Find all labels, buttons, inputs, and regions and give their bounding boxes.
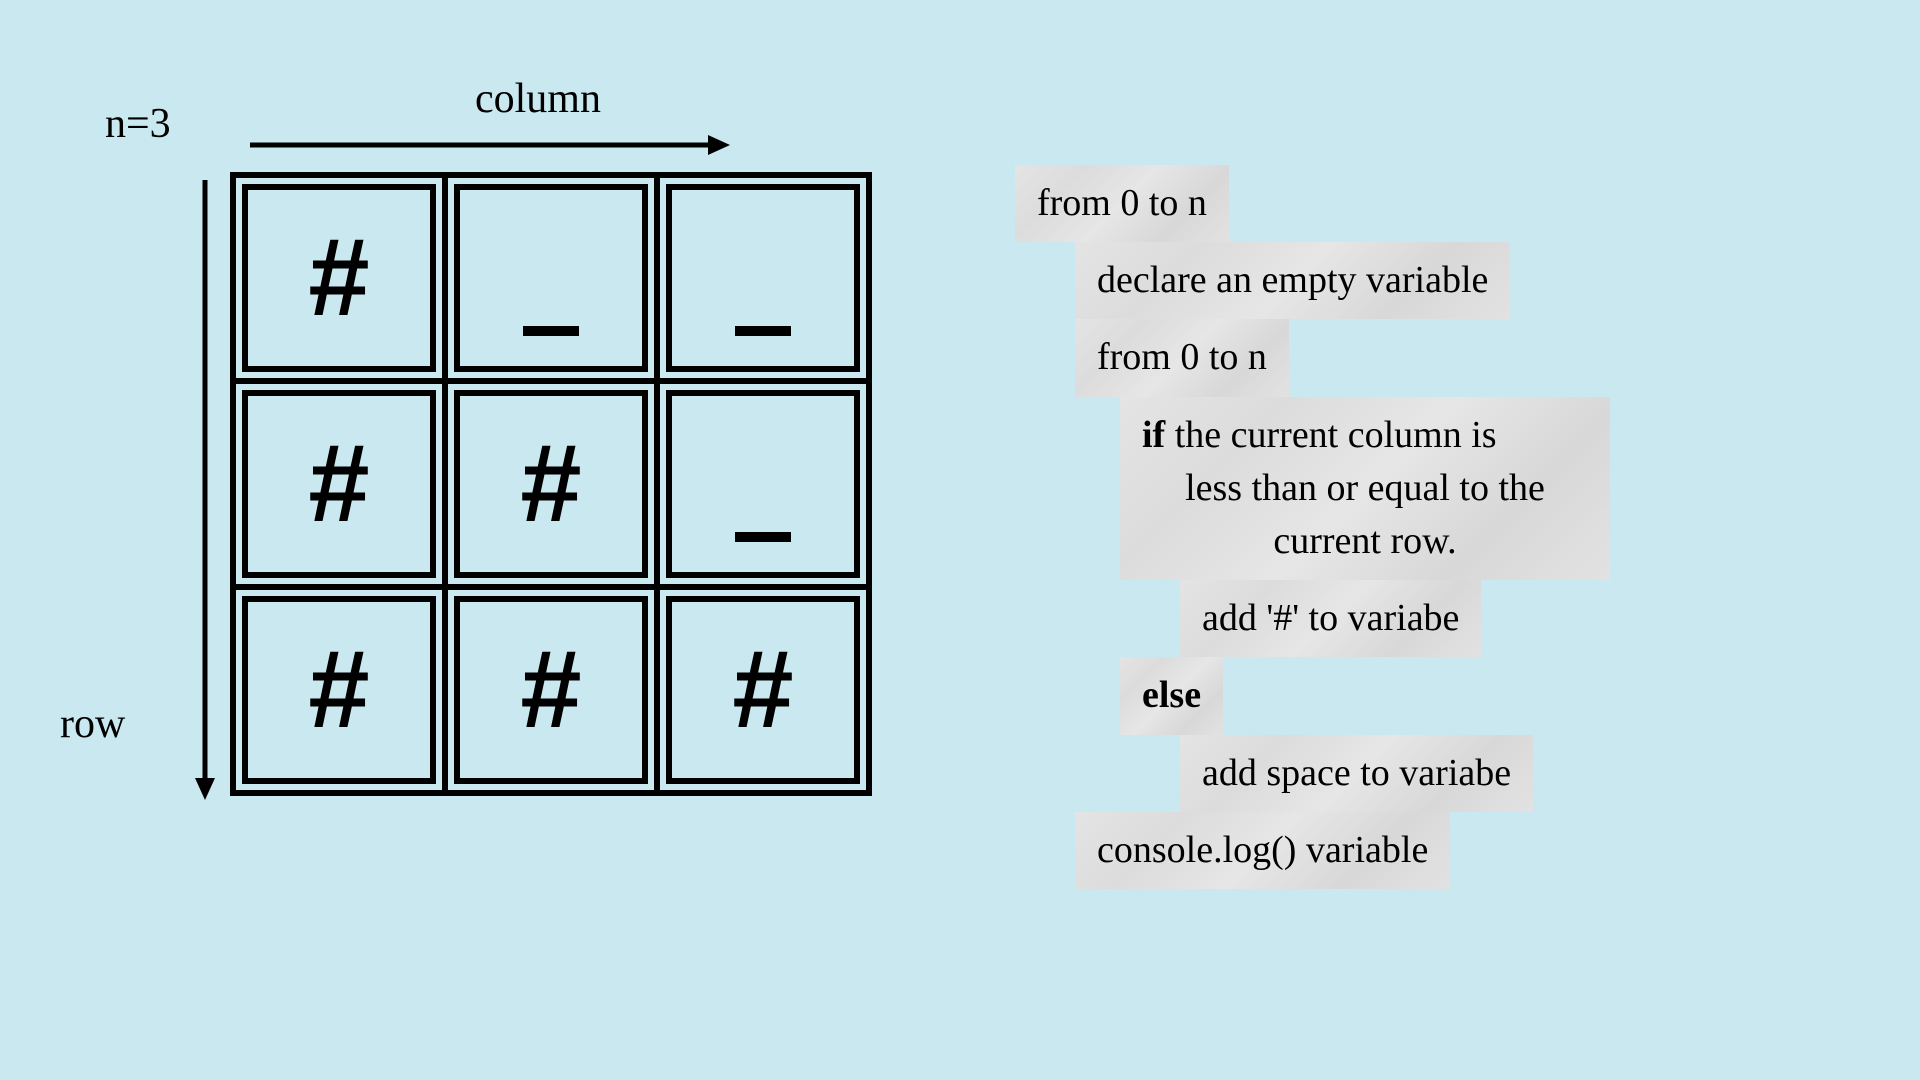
cell-inner (666, 390, 860, 578)
grid-cell (654, 384, 866, 584)
pseudocode-block: from 0 to n declare an empty variable fr… (1015, 165, 1610, 889)
else-keyword: else (1142, 674, 1201, 716)
grid-cell (442, 178, 654, 378)
underscore-icon (735, 532, 791, 542)
hash-icon: # (308, 635, 369, 745)
code-text: the current column is (1165, 414, 1496, 456)
row-arrow-icon (190, 180, 220, 800)
grid: # # # # # # (230, 172, 872, 796)
diagram-container: n=3 column row # # # # # # from 0 to n d… (0, 0, 1920, 1080)
cell-inner (666, 184, 860, 372)
cell-inner: # (242, 184, 436, 372)
cell-inner: # (454, 596, 648, 784)
code-line-4: if the current column is less than or eq… (1120, 397, 1610, 581)
column-label: column (475, 75, 601, 123)
cell-inner: # (454, 390, 648, 578)
grid-cell: # (442, 384, 654, 584)
underscore-icon (735, 326, 791, 336)
grid-cell: # (236, 590, 442, 790)
hash-icon: # (520, 429, 581, 539)
hash-icon: # (520, 635, 581, 745)
grid-row: # # # (236, 584, 866, 790)
row-label: row (60, 700, 125, 748)
n-label: n=3 (105, 100, 171, 148)
if-keyword: if (1142, 414, 1165, 456)
grid-cell (654, 178, 866, 378)
grid-row: # (236, 178, 866, 378)
code-line-5: add '#' to variabe (1180, 580, 1481, 657)
underscore-icon (523, 326, 579, 336)
cell-inner: # (666, 596, 860, 784)
cell-inner: # (242, 390, 436, 578)
code-line-8: console.log() variable (1075, 812, 1450, 889)
grid-row: # # (236, 378, 866, 584)
code-text: less than or equal to the (1142, 462, 1588, 515)
code-text: current row. (1142, 515, 1588, 568)
code-line-7: add space to variabe (1180, 735, 1533, 812)
grid-cell: # (236, 384, 442, 584)
cell-inner (454, 184, 648, 372)
hash-icon: # (732, 635, 793, 745)
cell-inner: # (242, 596, 436, 784)
code-line-6: else (1120, 657, 1223, 734)
grid-cell: # (654, 590, 866, 790)
code-line-2: declare an empty variable (1075, 242, 1510, 319)
grid-cell: # (442, 590, 654, 790)
grid-cell: # (236, 178, 442, 378)
hash-icon: # (308, 223, 369, 333)
code-line-1: from 0 to n (1015, 165, 1229, 242)
hash-icon: # (308, 429, 369, 539)
column-arrow-icon (250, 130, 730, 160)
code-line-3: from 0 to n (1075, 319, 1289, 396)
